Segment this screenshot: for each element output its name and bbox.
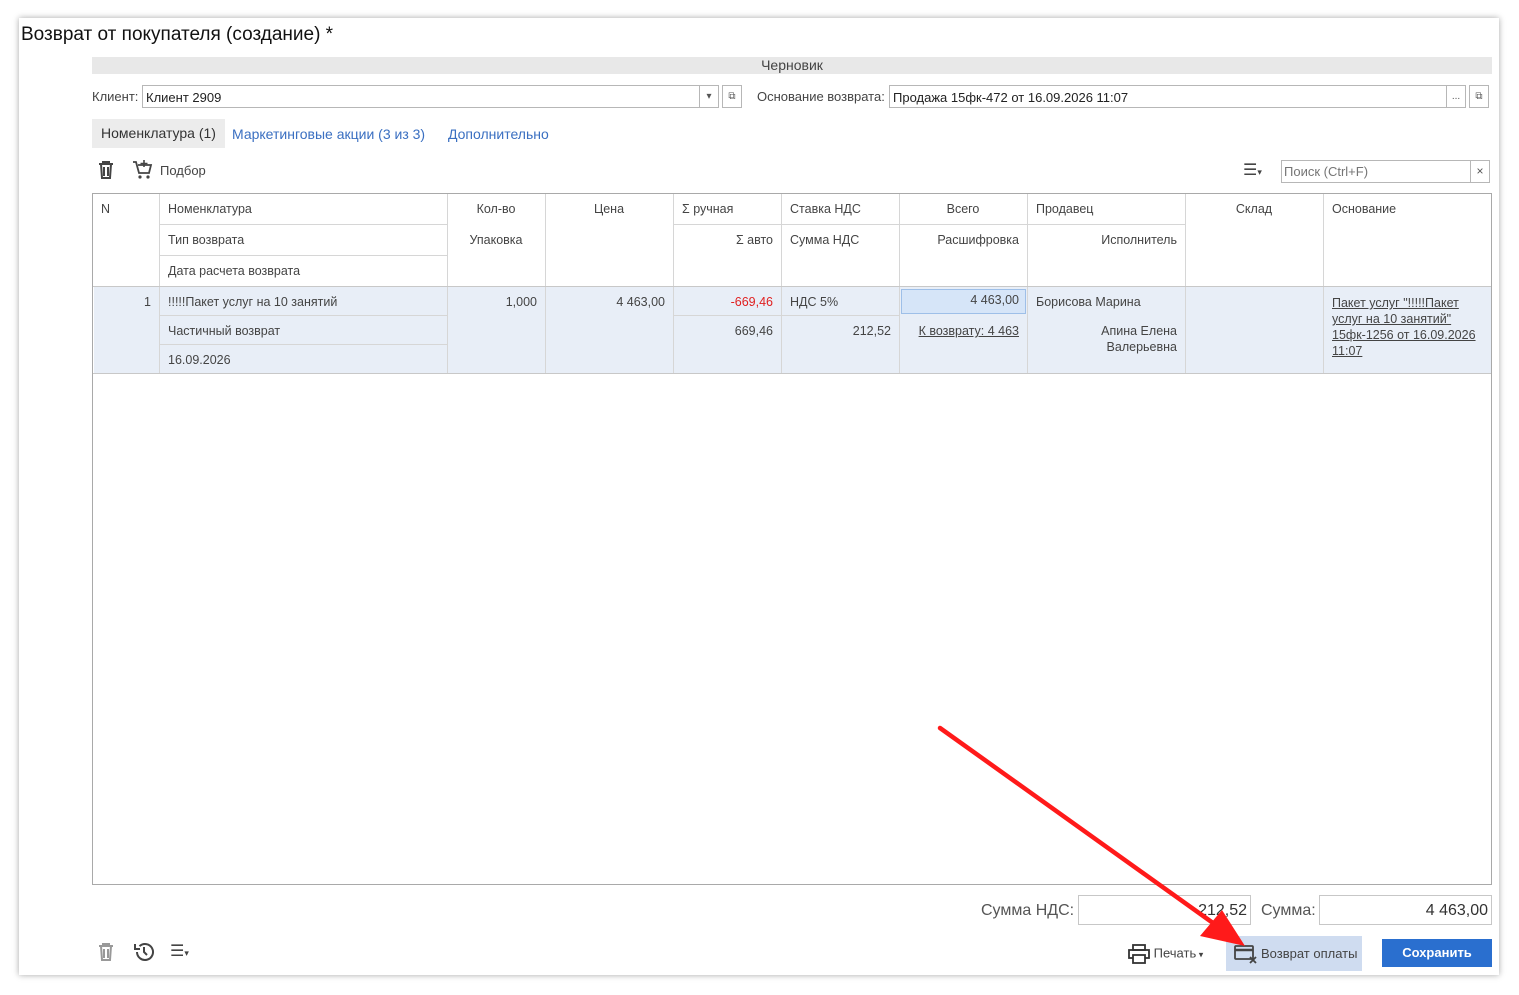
annotation-arrow [937, 725, 1245, 946]
